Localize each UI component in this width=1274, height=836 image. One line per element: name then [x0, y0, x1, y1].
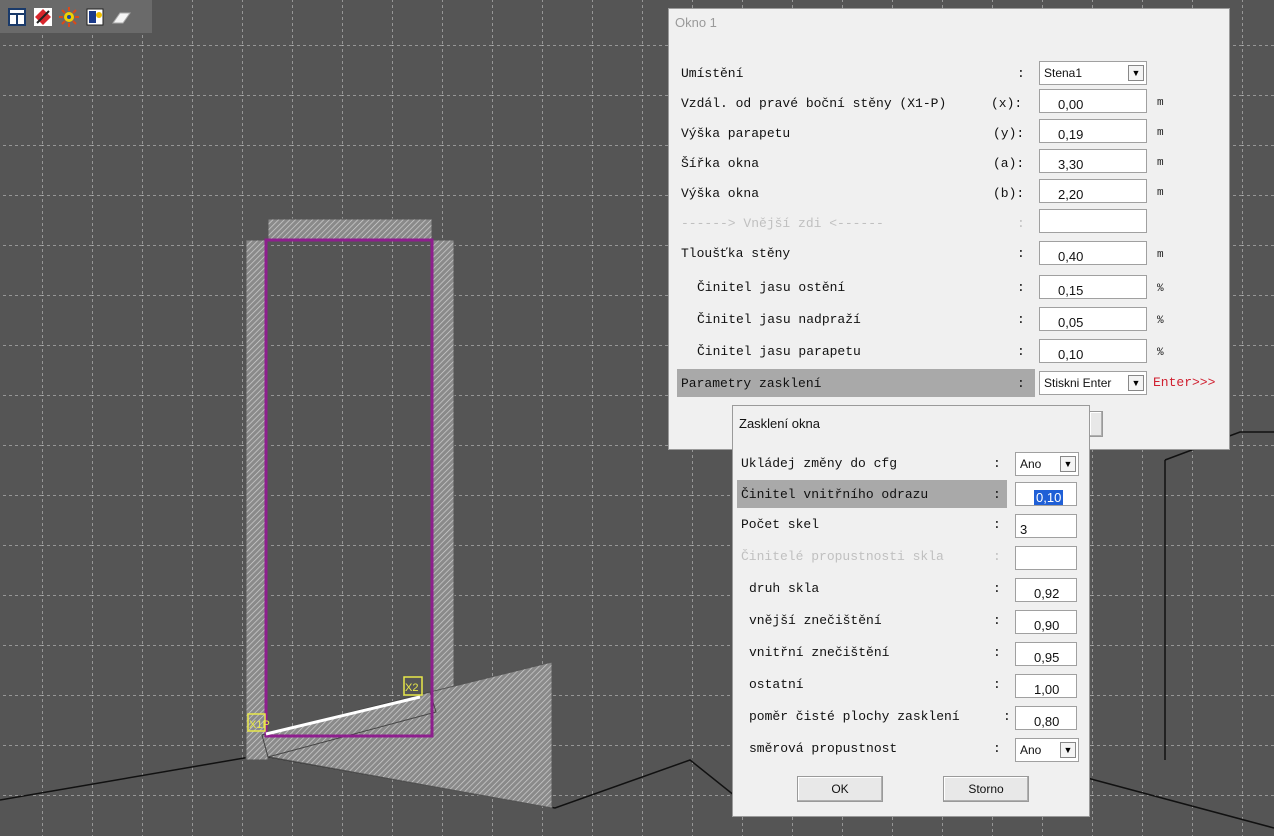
input-vnitrni[interactable]: 0,95 — [1015, 642, 1077, 666]
colon: : — [993, 612, 1001, 628]
toolbar — [0, 0, 152, 33]
chevron-down-icon[interactable]: ▼ — [1060, 742, 1076, 758]
unit-b: m — [1157, 187, 1164, 199]
input-pomer[interactable]: 0,80 — [1015, 706, 1077, 730]
input-vnejsi[interactable]: 0,90 — [1015, 610, 1077, 634]
label-druh: druh skla — [749, 580, 820, 596]
label-tloustka: Tloušťka stěny — [681, 245, 791, 261]
colon: : — [993, 455, 1001, 471]
chevron-down-icon[interactable]: ▼ — [1060, 456, 1076, 472]
label-ostatni: ostatní — [749, 676, 804, 692]
label-propustnost: Činitelé propustnosti skla — [741, 548, 944, 564]
enter-hint[interactable]: Enter>>> — [1153, 375, 1215, 390]
label-y: Výška parapetu — [681, 125, 791, 141]
label-b: Výška okna — [681, 185, 760, 201]
glazing-dialog-title: Zasklení okna — [739, 416, 820, 431]
input-tloustka[interactable]: 0,40 — [1039, 241, 1147, 265]
colon: : — [993, 644, 1001, 660]
label-odraz: Činitel vnitřního odrazu — [741, 486, 929, 502]
label-vnitrni: vnitřní znečištění — [749, 644, 890, 660]
colon: : — [993, 516, 1001, 532]
label-x: Vzdál. od pravé boční stěny (X1-P) — [681, 95, 947, 111]
row-odraz[interactable]: Činitel vnitřního odrazu : — [737, 480, 1007, 508]
draw-icon[interactable] — [32, 6, 54, 28]
colon: : — [1017, 375, 1025, 391]
label-parapet: Činitel jasu parapetu — [697, 343, 861, 359]
input-parapet[interactable]: 0,10 — [1039, 339, 1147, 363]
colon: : — [993, 548, 1001, 564]
select-zaskleni-value: Stiskni Enter — [1044, 376, 1112, 390]
unit-x: m — [1157, 97, 1164, 109]
suffix-x: (x): — [991, 95, 1023, 111]
select-ukladej-value: Ano — [1020, 457, 1042, 471]
unit-parapet: % — [1157, 347, 1164, 359]
colon: : — [1017, 245, 1025, 261]
input-osteni[interactable]: 0,15 — [1039, 275, 1147, 299]
select-umisteni-value: Stena1 — [1044, 66, 1083, 80]
label-osteni: Činitel jasu ostění — [697, 279, 846, 295]
window-dialog-hidden-button[interactable] — [1089, 411, 1103, 437]
input-propustnost — [1015, 546, 1077, 570]
chevron-down-icon[interactable]: ▼ — [1128, 375, 1144, 391]
label-a: Šířka okna — [681, 155, 760, 171]
unit-osteni: % — [1157, 283, 1164, 295]
select-ukladej[interactable]: Ano ▼ — [1015, 452, 1079, 476]
colon: : — [1017, 343, 1025, 359]
colon: : — [1017, 65, 1025, 81]
input-druh[interactable]: 0,92 — [1015, 578, 1077, 602]
label-ukladej: Ukládej změny do cfg — [741, 455, 898, 471]
wall-top — [267, 218, 433, 242]
input-b[interactable]: 2,20 — [1039, 179, 1147, 203]
input-a[interactable]: 3,30 — [1039, 149, 1147, 173]
window-dialog-title: Okno 1 — [675, 15, 717, 30]
wall-right — [431, 239, 455, 706]
label-smerova: směrová propustnost — [749, 740, 898, 756]
label-zaskleni: Parametry zasklení — [681, 375, 822, 391]
unit-y: m — [1157, 127, 1164, 139]
colon: : — [993, 580, 1001, 596]
input-odraz[interactable]: 0,10 — [1015, 482, 1077, 506]
label-vnejsi: vnější znečištění — [749, 612, 882, 628]
label-umisteni: Umístění — [681, 65, 744, 81]
select-zaskleni[interactable]: Stiskni Enter ▼ — [1039, 371, 1147, 395]
colon: : — [1017, 311, 1025, 327]
input-y[interactable]: 0,19 — [1039, 119, 1147, 143]
select-umisteni[interactable]: Stena1 ▼ — [1039, 61, 1147, 85]
marker-x1p-label: X1P — [249, 719, 270, 731]
input-nadprazi[interactable]: 0,05 — [1039, 307, 1147, 331]
colon: : — [1003, 708, 1011, 724]
eraser-icon[interactable] — [110, 6, 132, 28]
colon: : — [993, 486, 1001, 502]
label-nadprazi: Činitel jasu nadpraží — [697, 311, 861, 327]
window-dialog: Okno 1 Umístění : Stena1 ▼ Vzdál. od pra… — [668, 8, 1230, 450]
image-icon[interactable] — [84, 6, 106, 28]
label-separator: ------> Vnější zdi <------ — [681, 215, 884, 231]
label-pocet: Počet skel — [741, 516, 820, 532]
suffix-b: (b): — [993, 185, 1025, 201]
input-ostatni[interactable]: 1,00 — [1015, 674, 1077, 698]
suffix-y: (y): — [993, 125, 1025, 141]
unit-a: m — [1157, 157, 1164, 169]
colon: : — [993, 676, 1001, 692]
select-smerova-value: Ano — [1020, 743, 1042, 757]
select-smerova[interactable]: Ano ▼ — [1015, 738, 1079, 762]
suffix-a: (a): — [993, 155, 1025, 171]
input-pocet[interactable]: 3 — [1015, 514, 1077, 538]
marker-x2-label: X2 — [405, 682, 418, 694]
unit-nadprazi: % — [1157, 315, 1164, 327]
label-pomer: poměr čisté plochy zasklení — [749, 708, 960, 724]
glazing-dialog: Zasklení okna Ukládej změny do cfg : Ano… — [732, 405, 1090, 817]
colon: : — [1017, 215, 1025, 231]
unit-tloustka: m — [1157, 249, 1164, 261]
ok-button[interactable]: OK — [797, 776, 883, 802]
table-icon[interactable] — [6, 6, 28, 28]
light-icon[interactable] — [58, 6, 80, 28]
chevron-down-icon[interactable]: ▼ — [1128, 65, 1144, 81]
row-zaskleni[interactable]: Parametry zasklení : — [677, 369, 1035, 397]
input-separator — [1039, 209, 1147, 233]
colon: : — [993, 740, 1001, 756]
cancel-button[interactable]: Storno — [943, 776, 1029, 802]
input-x[interactable]: 0,00 — [1039, 89, 1147, 113]
colon: : — [1017, 279, 1025, 295]
